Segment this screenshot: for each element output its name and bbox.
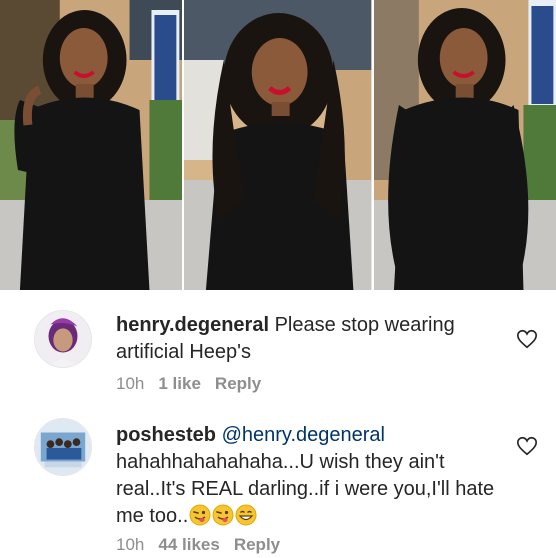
heart-icon[interactable] xyxy=(516,328,538,350)
grinning-face-icon xyxy=(235,504,257,526)
comment-timestamp: 10h xyxy=(116,374,145,393)
comment-meta: 10h 1 like Reply xyxy=(116,374,261,394)
comment-body: hahahhahahahaha...U wish they ain't real… xyxy=(116,451,495,527)
comment-like-count[interactable]: 44 likes xyxy=(158,535,219,555)
comment-username[interactable]: poshesteb xyxy=(116,424,216,446)
post-photo-collage xyxy=(0,0,556,290)
post-photo-right xyxy=(373,0,556,290)
comment-username[interactable]: henry.degeneral xyxy=(116,314,269,336)
reply-button[interactable]: Reply xyxy=(234,535,280,555)
comment-mention[interactable]: @henry.degeneral xyxy=(222,424,385,446)
winking-tongue-face-icon xyxy=(212,504,234,526)
comment-poshesteb: poshesteb @henry.degeneral hahahhahahaha… xyxy=(0,410,556,558)
comment-meta: 10h 44 likes Reply xyxy=(116,535,280,555)
comment-timestamp: 10h xyxy=(116,535,145,554)
comment-like-count[interactable]: 1 like xyxy=(158,374,201,394)
heart-icon[interactable] xyxy=(516,435,538,457)
reply-button[interactable]: Reply xyxy=(215,374,261,394)
avatar[interactable] xyxy=(34,418,92,476)
comment-henry-degeneral: henry.degeneral Please stop wearing arti… xyxy=(0,290,556,410)
winking-tongue-face-icon xyxy=(189,504,211,526)
post-photo-center xyxy=(184,0,372,290)
comment-text-block: poshesteb @henry.degeneral hahahhahahaha… xyxy=(116,422,496,530)
avatar[interactable] xyxy=(34,310,92,368)
post-photo-left xyxy=(0,0,183,290)
comment-text-block: henry.degeneral Please stop wearing arti… xyxy=(116,312,496,366)
